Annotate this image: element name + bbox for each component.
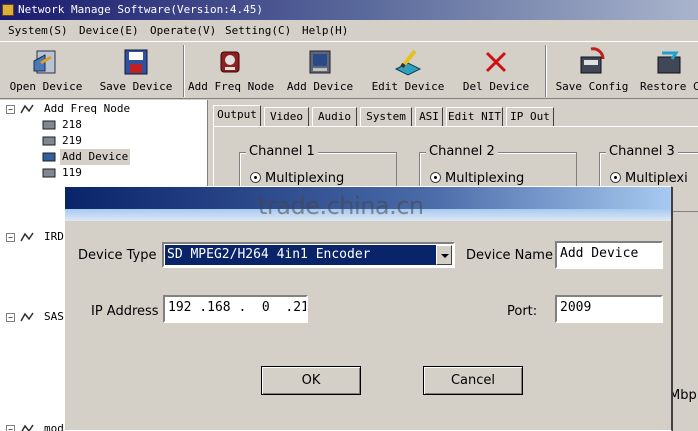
- device-icon: [42, 168, 56, 178]
- device-icon: [42, 136, 56, 146]
- tree-collapse-toggle[interactable]: −: [6, 313, 15, 322]
- device-icon: [42, 120, 56, 130]
- channel-3-multiplexing-radio[interactable]: Multiplexi: [610, 171, 688, 186]
- network-node-icon: [20, 104, 34, 114]
- ip-address-label: IP Address: [91, 304, 159, 319]
- tree-item-freq-node[interactable]: Add Freq Node: [44, 101, 130, 117]
- add-device-button[interactable]: Add Device: [278, 43, 362, 98]
- device-type-value: SD MPEG2/H264 4in1 Encoder: [165, 245, 439, 265]
- window-titlebar: Network Manage Software(Version:4.45): [0, 0, 698, 20]
- tree-item-219[interactable]: 219: [62, 133, 82, 149]
- tree-item-ird[interactable]: IRD: [44, 229, 64, 245]
- save-config-button[interactable]: Save Config: [550, 43, 634, 98]
- menu-setting[interactable]: Setting(C): [225, 24, 291, 37]
- tab-output[interactable]: Output: [213, 105, 261, 127]
- cancel-button[interactable]: Cancel: [423, 366, 523, 395]
- add-freq-node-label: Add Freq Node: [188, 80, 275, 93]
- save-device-icon: [124, 49, 148, 75]
- save-device-button[interactable]: Save Device: [94, 43, 178, 98]
- edit-device-label: Edit Device: [371, 80, 445, 93]
- tree-item-sas[interactable]: SAS: [44, 309, 64, 325]
- menu-system[interactable]: System(S): [8, 24, 68, 37]
- port-field[interactable]: 2009: [555, 295, 663, 323]
- menu-device[interactable]: Device(E): [79, 24, 139, 37]
- del-device-button[interactable]: Del Device: [454, 43, 538, 98]
- ip-address-value: 192 .168 . 0 .210: [168, 300, 308, 315]
- app-icon: [2, 4, 14, 16]
- add-device-icon: [309, 50, 331, 74]
- channel-1-title: Channel 1: [246, 144, 318, 159]
- tab-asi[interactable]: ASI: [415, 107, 443, 126]
- add-device-label: Add Device: [286, 80, 354, 93]
- toolbar-separator: [545, 45, 547, 97]
- device-icon: [42, 152, 56, 162]
- chevron-down-icon[interactable]: [436, 245, 452, 265]
- tree-item-add-device[interactable]: Add Device: [60, 149, 131, 165]
- tree-collapse-toggle[interactable]: −: [6, 425, 15, 431]
- menu-operate[interactable]: Operate(V): [150, 24, 216, 37]
- del-device-label: Del Device: [462, 80, 530, 93]
- channel-2-title: Channel 2: [426, 144, 498, 159]
- tree-collapse-toggle[interactable]: −: [6, 105, 15, 114]
- network-node-icon: [21, 424, 34, 431]
- delete-icon: [485, 51, 507, 73]
- tree-item-119[interactable]: 119: [62, 165, 82, 181]
- restore-config-icon: [657, 51, 681, 74]
- device-name-value: Add Device: [560, 246, 639, 261]
- tree-item-218[interactable]: 218: [62, 117, 82, 133]
- tab-system[interactable]: System: [360, 107, 412, 126]
- network-node-icon: [20, 232, 34, 242]
- menu-help[interactable]: Help(H): [302, 24, 348, 37]
- port-label: Port:: [507, 304, 538, 319]
- add-device-dialog: Device Type SD MPEG2/H264 4in1 Encoder D…: [64, 186, 672, 431]
- device-type-select[interactable]: SD MPEG2/H264 4in1 Encoder: [162, 242, 455, 268]
- restore-config-button[interactable]: Restore Co: [638, 43, 698, 98]
- device-type-label: Device Type: [78, 248, 157, 263]
- open-device-label: Open Device: [9, 80, 83, 93]
- toolbar-separator: [183, 45, 185, 97]
- channel-3-option-label: Multiplexi: [625, 171, 688, 186]
- ok-button[interactable]: OK: [261, 366, 361, 395]
- channel-2-option-label: Multiplexing: [445, 171, 525, 186]
- edit-device-icon: [394, 49, 422, 76]
- tab-edit-nit[interactable]: Edit NIT: [446, 107, 503, 126]
- add-freq-node-icon: [220, 51, 240, 73]
- save-config-icon: [580, 47, 605, 74]
- tree-collapse-toggle[interactable]: −: [6, 233, 15, 242]
- restore-config-label: Restore Co: [640, 80, 698, 93]
- toolbar: Open Device Save Device Add Freq Node Ad…: [0, 43, 698, 99]
- window-title: Network Manage Software(Version:4.45): [18, 3, 264, 16]
- channel-2-multiplexing-radio[interactable]: Multiplexing: [430, 171, 524, 186]
- tab-video[interactable]: Video: [264, 107, 309, 126]
- device-name-field[interactable]: Add Device: [555, 241, 663, 269]
- channel-1-option-label: Multiplexing: [265, 171, 345, 186]
- channel-3-title: Channel 3: [606, 144, 678, 159]
- device-name-label: Device Name: [466, 248, 553, 263]
- save-config-label: Save Config: [555, 80, 629, 93]
- tab-audio[interactable]: Audio: [312, 107, 357, 126]
- add-freq-node-button[interactable]: Add Freq Node: [188, 43, 275, 98]
- save-device-label: Save Device: [99, 80, 173, 93]
- edit-device-button[interactable]: Edit Device: [366, 43, 450, 98]
- port-value: 2009: [560, 300, 592, 315]
- menu-bar: System(S) Device(E) Operate(V) Setting(C…: [0, 20, 698, 42]
- open-device-button[interactable]: Open Device: [4, 43, 88, 98]
- network-node-icon: [20, 312, 34, 322]
- watermark-text: trade.china.cn: [258, 192, 424, 220]
- tab-ip-out[interactable]: IP Out: [506, 107, 554, 126]
- channel-1-multiplexing-radio[interactable]: Multiplexing: [250, 171, 344, 186]
- ip-address-field[interactable]: 192 .168 . 0 .210: [163, 295, 308, 323]
- bitrate-unit-fragment: Mbp: [669, 388, 697, 403]
- open-device-icon: [33, 50, 56, 74]
